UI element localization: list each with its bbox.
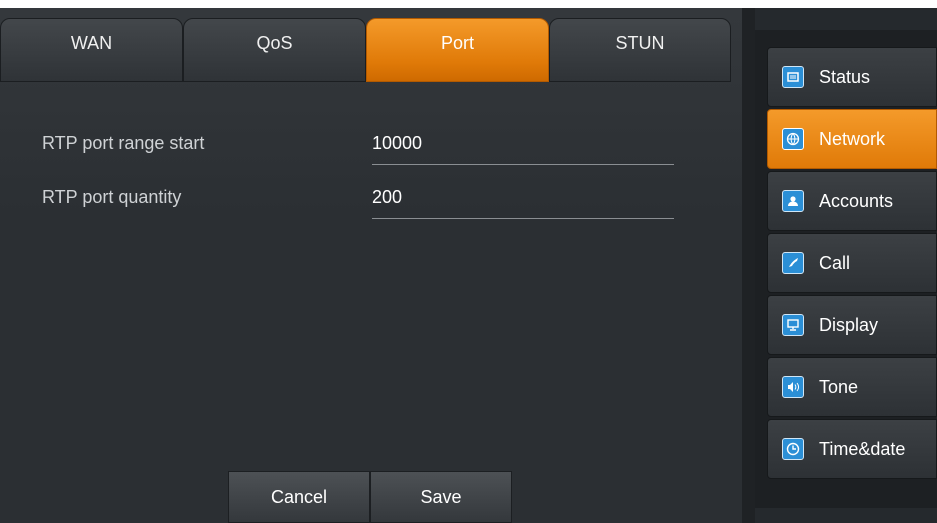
sidebar-item-call[interactable]: Call xyxy=(767,233,937,293)
tab-bar: WAN QoS Port STUN xyxy=(0,18,731,82)
sidebar-item-label: Network xyxy=(819,128,886,149)
cancel-label: Cancel xyxy=(270,486,328,507)
sidebar-item-tone[interactable]: Tone xyxy=(767,357,937,417)
cancel-button[interactable]: Cancel xyxy=(228,471,370,523)
action-bar: Cancel Save xyxy=(228,471,512,523)
save-label: Save xyxy=(420,486,462,507)
sidebar-item-label: Tone xyxy=(819,376,859,397)
sidebar-item-label: Call xyxy=(819,252,851,273)
network-icon xyxy=(782,128,804,150)
tab-wan[interactable]: WAN xyxy=(0,18,183,82)
rtp-quantity-row: RTP port quantity 200 xyxy=(42,177,676,219)
tab-label: STUN xyxy=(615,32,665,53)
tone-icon xyxy=(782,376,804,398)
sidebar-item-label: Time&date xyxy=(819,438,906,459)
call-icon xyxy=(782,252,804,274)
sidebar-item-time-date[interactable]: Time&date xyxy=(767,419,937,479)
tab-port[interactable]: Port xyxy=(366,18,549,82)
settings-panel: WAN QoS Port STUN RTP port range start 1… xyxy=(0,8,742,523)
rtp-quantity-label: RTP port quantity xyxy=(42,187,182,207)
sidebar-item-accounts[interactable]: Accounts xyxy=(767,171,937,231)
panel-divider xyxy=(742,8,755,523)
save-button[interactable]: Save xyxy=(370,471,512,523)
rtp-quantity-field[interactable]: 200 xyxy=(372,187,674,219)
tab-label: Port xyxy=(440,32,474,53)
rtp-start-field[interactable]: 10000 xyxy=(372,133,674,165)
accounts-icon xyxy=(782,190,804,212)
sidebar: Status Network Accounts Call Display Ton… xyxy=(755,30,937,508)
tab-stun[interactable]: STUN xyxy=(549,18,731,82)
tab-qos[interactable]: QoS xyxy=(183,18,366,82)
sidebar-item-label: Accounts xyxy=(819,190,894,211)
sidebar-item-network[interactable]: Network xyxy=(767,109,937,169)
display-icon xyxy=(782,314,804,336)
rtp-start-label: RTP port range start xyxy=(42,133,205,153)
status-icon xyxy=(782,66,804,88)
sidebar-item-label: Status xyxy=(819,66,871,87)
sidebar-item-label: Display xyxy=(819,314,879,335)
tab-label: WAN xyxy=(70,32,113,53)
top-strip xyxy=(0,0,937,8)
clock-icon xyxy=(782,438,804,460)
sidebar-item-status[interactable]: Status xyxy=(767,47,937,107)
tab-label: QoS xyxy=(256,32,293,53)
rtp-start-row: RTP port range start 10000 xyxy=(42,123,676,165)
sidebar-item-display[interactable]: Display xyxy=(767,295,937,355)
